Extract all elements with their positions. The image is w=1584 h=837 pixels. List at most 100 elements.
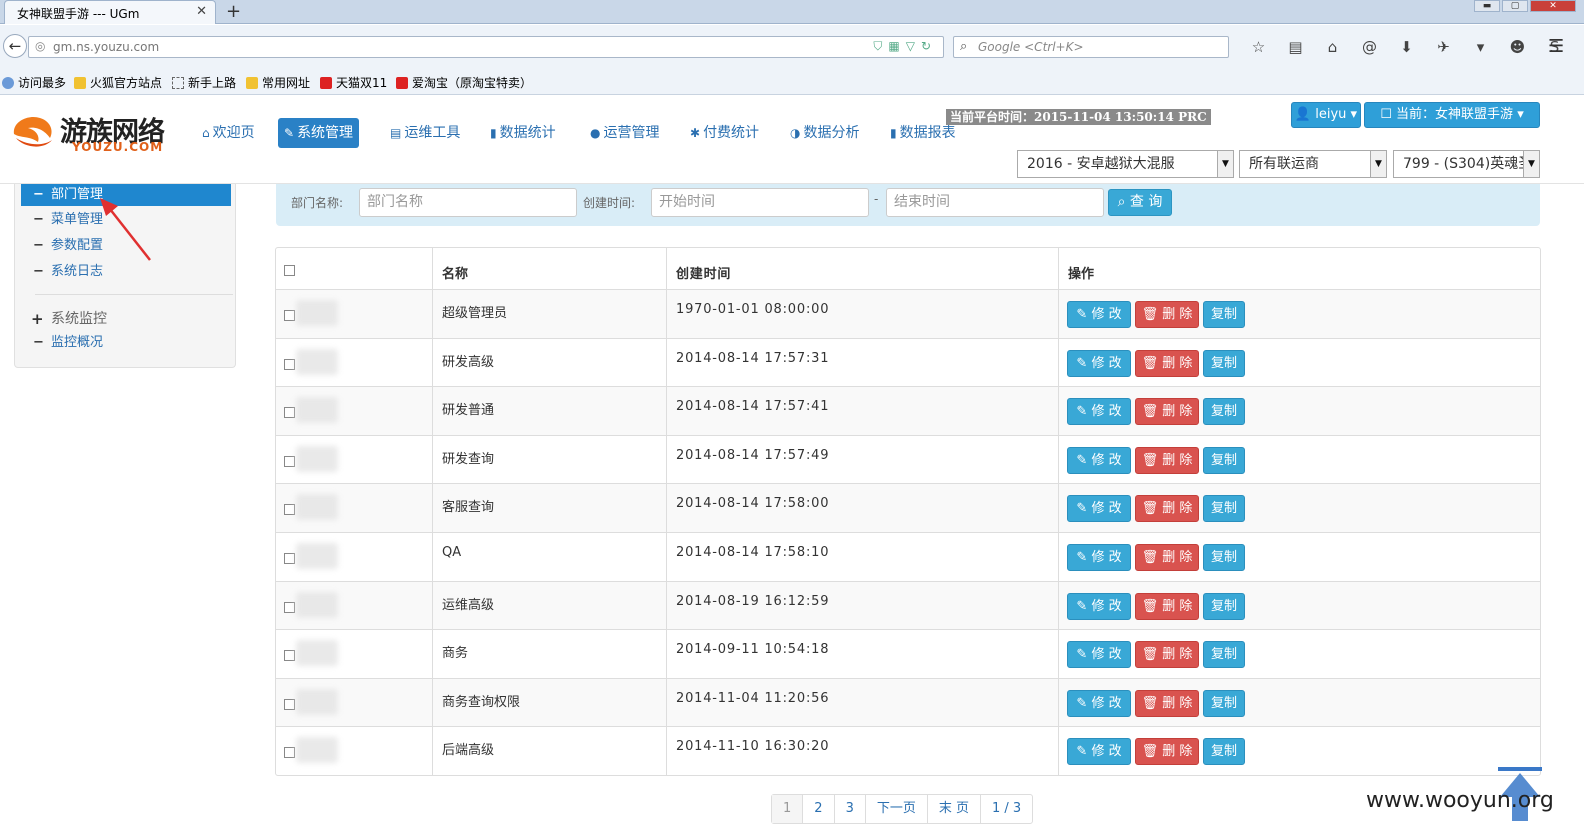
edit-button[interactable]: ✎ 修 改 — [1067, 738, 1131, 766]
row-checkbox[interactable] — [284, 358, 295, 370]
row-checkbox[interactable] — [284, 504, 295, 516]
at-icon[interactable]: @ — [1351, 38, 1388, 56]
last-page[interactable]: 末 页 — [926, 795, 980, 823]
edit-button[interactable]: ✎ 修 改 — [1067, 641, 1131, 669]
copy-button[interactable]: 复制 — [1203, 301, 1245, 328]
edit-button[interactable]: ✎ 修 改 — [1067, 689, 1131, 717]
close-icon[interactable]: ✕ — [196, 4, 207, 19]
address-bar[interactable]: ◎ gm.ns.youzu.com ⛉▦▽↻ — [28, 36, 944, 58]
nav-welcome[interactable]: ⌂ 欢迎页 — [196, 118, 261, 148]
row-checkbox[interactable] — [284, 650, 295, 662]
sidebar-group-monitor[interactable]: + 系统监控 — [21, 308, 231, 330]
copy-button[interactable]: 复制 — [1203, 495, 1245, 523]
delete-button[interactable]: 🗑 删 除 — [1135, 349, 1199, 377]
row-checkbox[interactable] — [284, 407, 295, 419]
new-tab-button[interactable]: + — [226, 1, 241, 22]
bookmark-star-icon[interactable]: ☆ — [1240, 38, 1277, 56]
copy-button[interactable]: 复制 — [1203, 398, 1245, 426]
delete-button[interactable]: 🗑 删 除 — [1135, 689, 1199, 717]
channel-select[interactable]: 2016 - 安卓越狱大混服 ▼ — [1017, 150, 1234, 178]
copy-button[interactable]: 复制 — [1203, 543, 1245, 571]
current-game-button[interactable]: ☐ 当前：女神联盟手游 ▾ — [1364, 102, 1540, 128]
bookmark-item[interactable]: 访问最多 — [2, 74, 66, 91]
search-bar[interactable]: ⌕ Google <Ctrl+K> — [953, 36, 1229, 58]
row-checkbox[interactable] — [284, 698, 295, 710]
table-row: 商务 2014-09-11 10:54:18 ✎ 修 改 🗑 删 除复制 — [276, 629, 1540, 678]
row-checkbox[interactable] — [284, 310, 295, 321]
delete-button[interactable]: 🗑 删 除 — [1135, 738, 1199, 766]
page-1[interactable]: 1 — [772, 795, 803, 823]
maximize-button[interactable]: ▢ — [1502, 0, 1528, 12]
server-select[interactable]: 799 - (S304)英魂圣 ▼ — [1393, 150, 1540, 178]
edit-button[interactable]: ✎ 修 改 — [1067, 398, 1131, 426]
create-time-cell: 2014-08-14 17:58:00 — [666, 484, 1058, 532]
dropdown-icon[interactable]: ▾ — [1462, 38, 1499, 56]
home-icon[interactable]: ⌂ — [1314, 38, 1351, 56]
delete-button[interactable]: 🗑 删 除 — [1135, 446, 1199, 474]
url-actions-icon[interactable]: ⛉▦▽↻ — [873, 39, 937, 54]
download-icon[interactable]: ⬇ — [1388, 38, 1425, 56]
edit-button[interactable]: ✎ 修 改 — [1067, 592, 1131, 620]
user-menu-button[interactable]: 👤 leiyu ▾ — [1291, 102, 1361, 128]
row-checkbox[interactable] — [284, 747, 295, 759]
menu-icon[interactable]: ☰ — [1548, 36, 1564, 57]
nav-data-stats[interactable]: ▮ 数据统计 — [484, 118, 562, 148]
delete-button[interactable]: 🗑 删 除 — [1135, 543, 1199, 571]
copy-button[interactable]: 复制 — [1203, 349, 1245, 377]
nav-ops-tools[interactable]: ▤ 运维工具 — [384, 118, 466, 148]
bookmark-item[interactable]: 天猫双11 — [320, 74, 387, 91]
nav-payment-stats[interactable]: ✱ 付费统计 — [684, 118, 765, 148]
sidebar-item-monitor-overview[interactable]: − 监控概况 — [21, 332, 231, 354]
page-3[interactable]: 3 — [833, 795, 865, 823]
minimize-button[interactable]: ▬ — [1474, 0, 1500, 12]
nav-system-management[interactable]: ✎ 系统管理 — [278, 118, 360, 148]
edit-button[interactable]: ✎ 修 改 — [1067, 543, 1131, 571]
start-time-input[interactable]: 开始时间 — [651, 188, 869, 217]
row-select-cell — [276, 630, 432, 678]
row-checkbox[interactable] — [284, 552, 295, 564]
addon-icon[interactable]: ✈ — [1425, 38, 1462, 56]
nav-data-analysis[interactable]: ◑ 数据分析 — [784, 118, 865, 148]
copy-button[interactable]: 复制 — [1203, 641, 1245, 669]
delete-button[interactable]: 🗑 删 除 — [1135, 495, 1199, 523]
dept-name-input[interactable]: 部门名称 — [359, 188, 577, 217]
row-checkbox[interactable] — [284, 601, 295, 613]
chat-icon[interactable]: ☻ — [1499, 38, 1536, 56]
operator-select[interactable]: 所有联运商 ▼ — [1239, 150, 1387, 178]
reading-list-icon[interactable]: ▤ — [1277, 38, 1314, 56]
query-button[interactable]: ⌕ 查 询 — [1108, 189, 1172, 216]
next-page[interactable]: 下一页 — [864, 795, 927, 823]
minus-icon: − — [33, 187, 44, 202]
copy-button[interactable]: 复制 — [1203, 592, 1245, 620]
edit-button[interactable]: ✎ 修 改 — [1067, 446, 1131, 474]
window-close-button[interactable]: ✕ — [1530, 0, 1576, 12]
delete-button[interactable]: 🗑 删 除 — [1135, 641, 1199, 669]
edit-button[interactable]: ✎ 修 改 — [1067, 301, 1131, 328]
page-2[interactable]: 2 — [802, 795, 833, 823]
copy-button[interactable]: 复制 — [1203, 738, 1245, 766]
department-table: 名称 创建时间 操作 超级管理员 1970-01-01 08:00:00 ✎ 修 改… — [275, 247, 1541, 776]
bookmark-item[interactable]: 火狐官方站点 — [74, 74, 162, 91]
column-header-time[interactable]: 创建时间 — [666, 248, 1058, 289]
edit-button[interactable]: ✎ 修 改 — [1067, 349, 1131, 377]
back-icon[interactable]: ← — [3, 34, 27, 58]
delete-button[interactable]: 🗑 删 除 — [1135, 301, 1199, 328]
pagination: 1 2 3 下一页 末 页 1 / 3 — [771, 794, 1034, 824]
bookmark-item[interactable]: 常用网址 — [246, 74, 310, 91]
copy-button[interactable]: 复制 — [1203, 446, 1245, 474]
table-header-row: 名称 创建时间 操作 — [276, 248, 1540, 289]
browser-tab[interactable]: 女神联盟手游 --- UGm ✕ — [4, 0, 216, 24]
select-all-checkbox[interactable] — [284, 265, 295, 276]
bookmark-item[interactable]: 新手上路 — [172, 74, 236, 91]
delete-button[interactable]: 🗑 删 除 — [1135, 398, 1199, 426]
logo[interactable]: 游族网络 YOUZU.COM — [10, 110, 180, 154]
nav-operations[interactable]: ● 运营管理 — [584, 118, 665, 148]
end-time-input[interactable]: 结束时间 — [886, 188, 1104, 217]
bookmark-item[interactable]: 爱淘宝（原淘宝特卖） — [396, 74, 532, 91]
row-checkbox[interactable] — [284, 455, 295, 467]
edit-button[interactable]: ✎ 修 改 — [1067, 495, 1131, 523]
copy-button[interactable]: 复制 — [1203, 689, 1245, 717]
table-row: QA 2014-08-14 17:58:10 ✎ 修 改 🗑 删 除复制 — [276, 531, 1540, 581]
delete-button[interactable]: 🗑 删 除 — [1135, 592, 1199, 620]
column-header-name[interactable]: 名称 — [432, 248, 666, 289]
